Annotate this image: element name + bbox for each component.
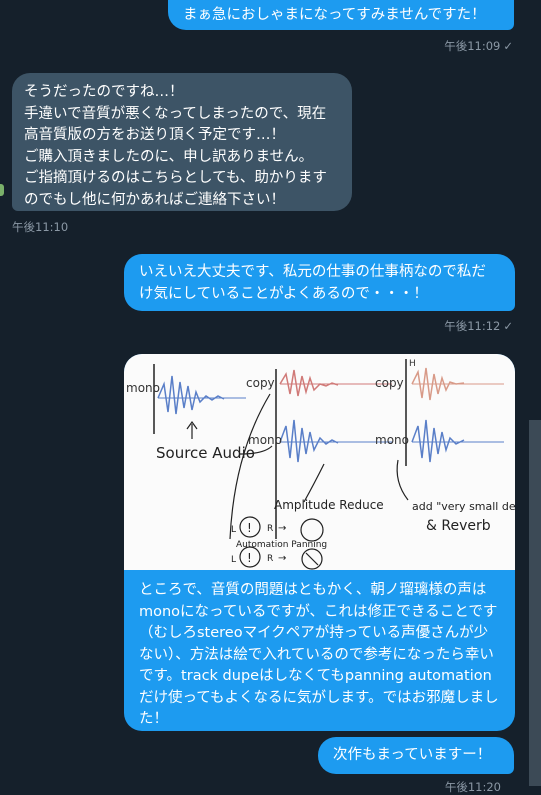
- message-bubble-sent[interactable]: いえいえ大丈夫です、私元の仕事の仕事柄なので私だけ気にしていることがよくあるので…: [124, 254, 515, 311]
- image-message-caption: ところで、音質の問題はともかく、朝ノ瑠璃様の声はmonoになっているですが、これ…: [139, 582, 499, 727]
- svg-text:→: →: [278, 523, 286, 534]
- attached-image[interactable]: mono copy copy mono mono H Source Audio …: [124, 354, 515, 570]
- label-amplitude-reduce: Amplitude Reduce: [274, 498, 384, 512]
- label-reverb: & Reverb: [426, 518, 491, 534]
- svg-text:L: L: [231, 555, 236, 565]
- svg-text:L: L: [231, 525, 236, 535]
- message-bubble-sent[interactable]: まぁ急におしゃまになってすみませんですた！: [168, 0, 514, 30]
- label-copy: copy: [375, 376, 404, 390]
- message-timestamp: 午後11:12 ✓: [444, 319, 513, 333]
- message-timestamp: 午後11:10: [12, 220, 69, 234]
- scrollbar[interactable]: [529, 420, 541, 786]
- read-check-icon: ✓: [503, 319, 513, 333]
- label-source-audio: Source Audio: [156, 444, 255, 462]
- svg-text:R: R: [267, 524, 273, 534]
- svg-text:!: !: [247, 521, 252, 535]
- read-check-icon: ✓: [503, 39, 513, 53]
- label-delay: add "very small delay": [412, 500, 515, 513]
- svg-text:!: !: [247, 551, 252, 565]
- audio-routing-sketch: mono copy copy mono mono H Source Audio …: [126, 359, 515, 570]
- svg-text:→: →: [278, 553, 286, 564]
- label-automation-panning: Automation Panning: [236, 540, 327, 550]
- message-timestamp: 午後11:20: [444, 780, 501, 794]
- svg-text:R: R: [267, 554, 273, 564]
- label-mono: mono: [126, 381, 160, 395]
- avatar: [0, 184, 4, 196]
- message-bubble-received[interactable]: そうだったのですね…！ 手違いで音質が悪くなってしまったので、現在高音質版の方を…: [12, 73, 352, 211]
- message-timestamp: 午後11:09 ✓: [444, 39, 513, 53]
- label-copy: copy: [246, 376, 275, 390]
- label-mono: mono: [375, 433, 409, 447]
- image-message-card[interactable]: mono copy copy mono mono H Source Audio …: [124, 354, 515, 731]
- message-bubble-sent[interactable]: 次作もまっていますー！: [318, 737, 514, 774]
- label-h: H: [409, 359, 416, 369]
